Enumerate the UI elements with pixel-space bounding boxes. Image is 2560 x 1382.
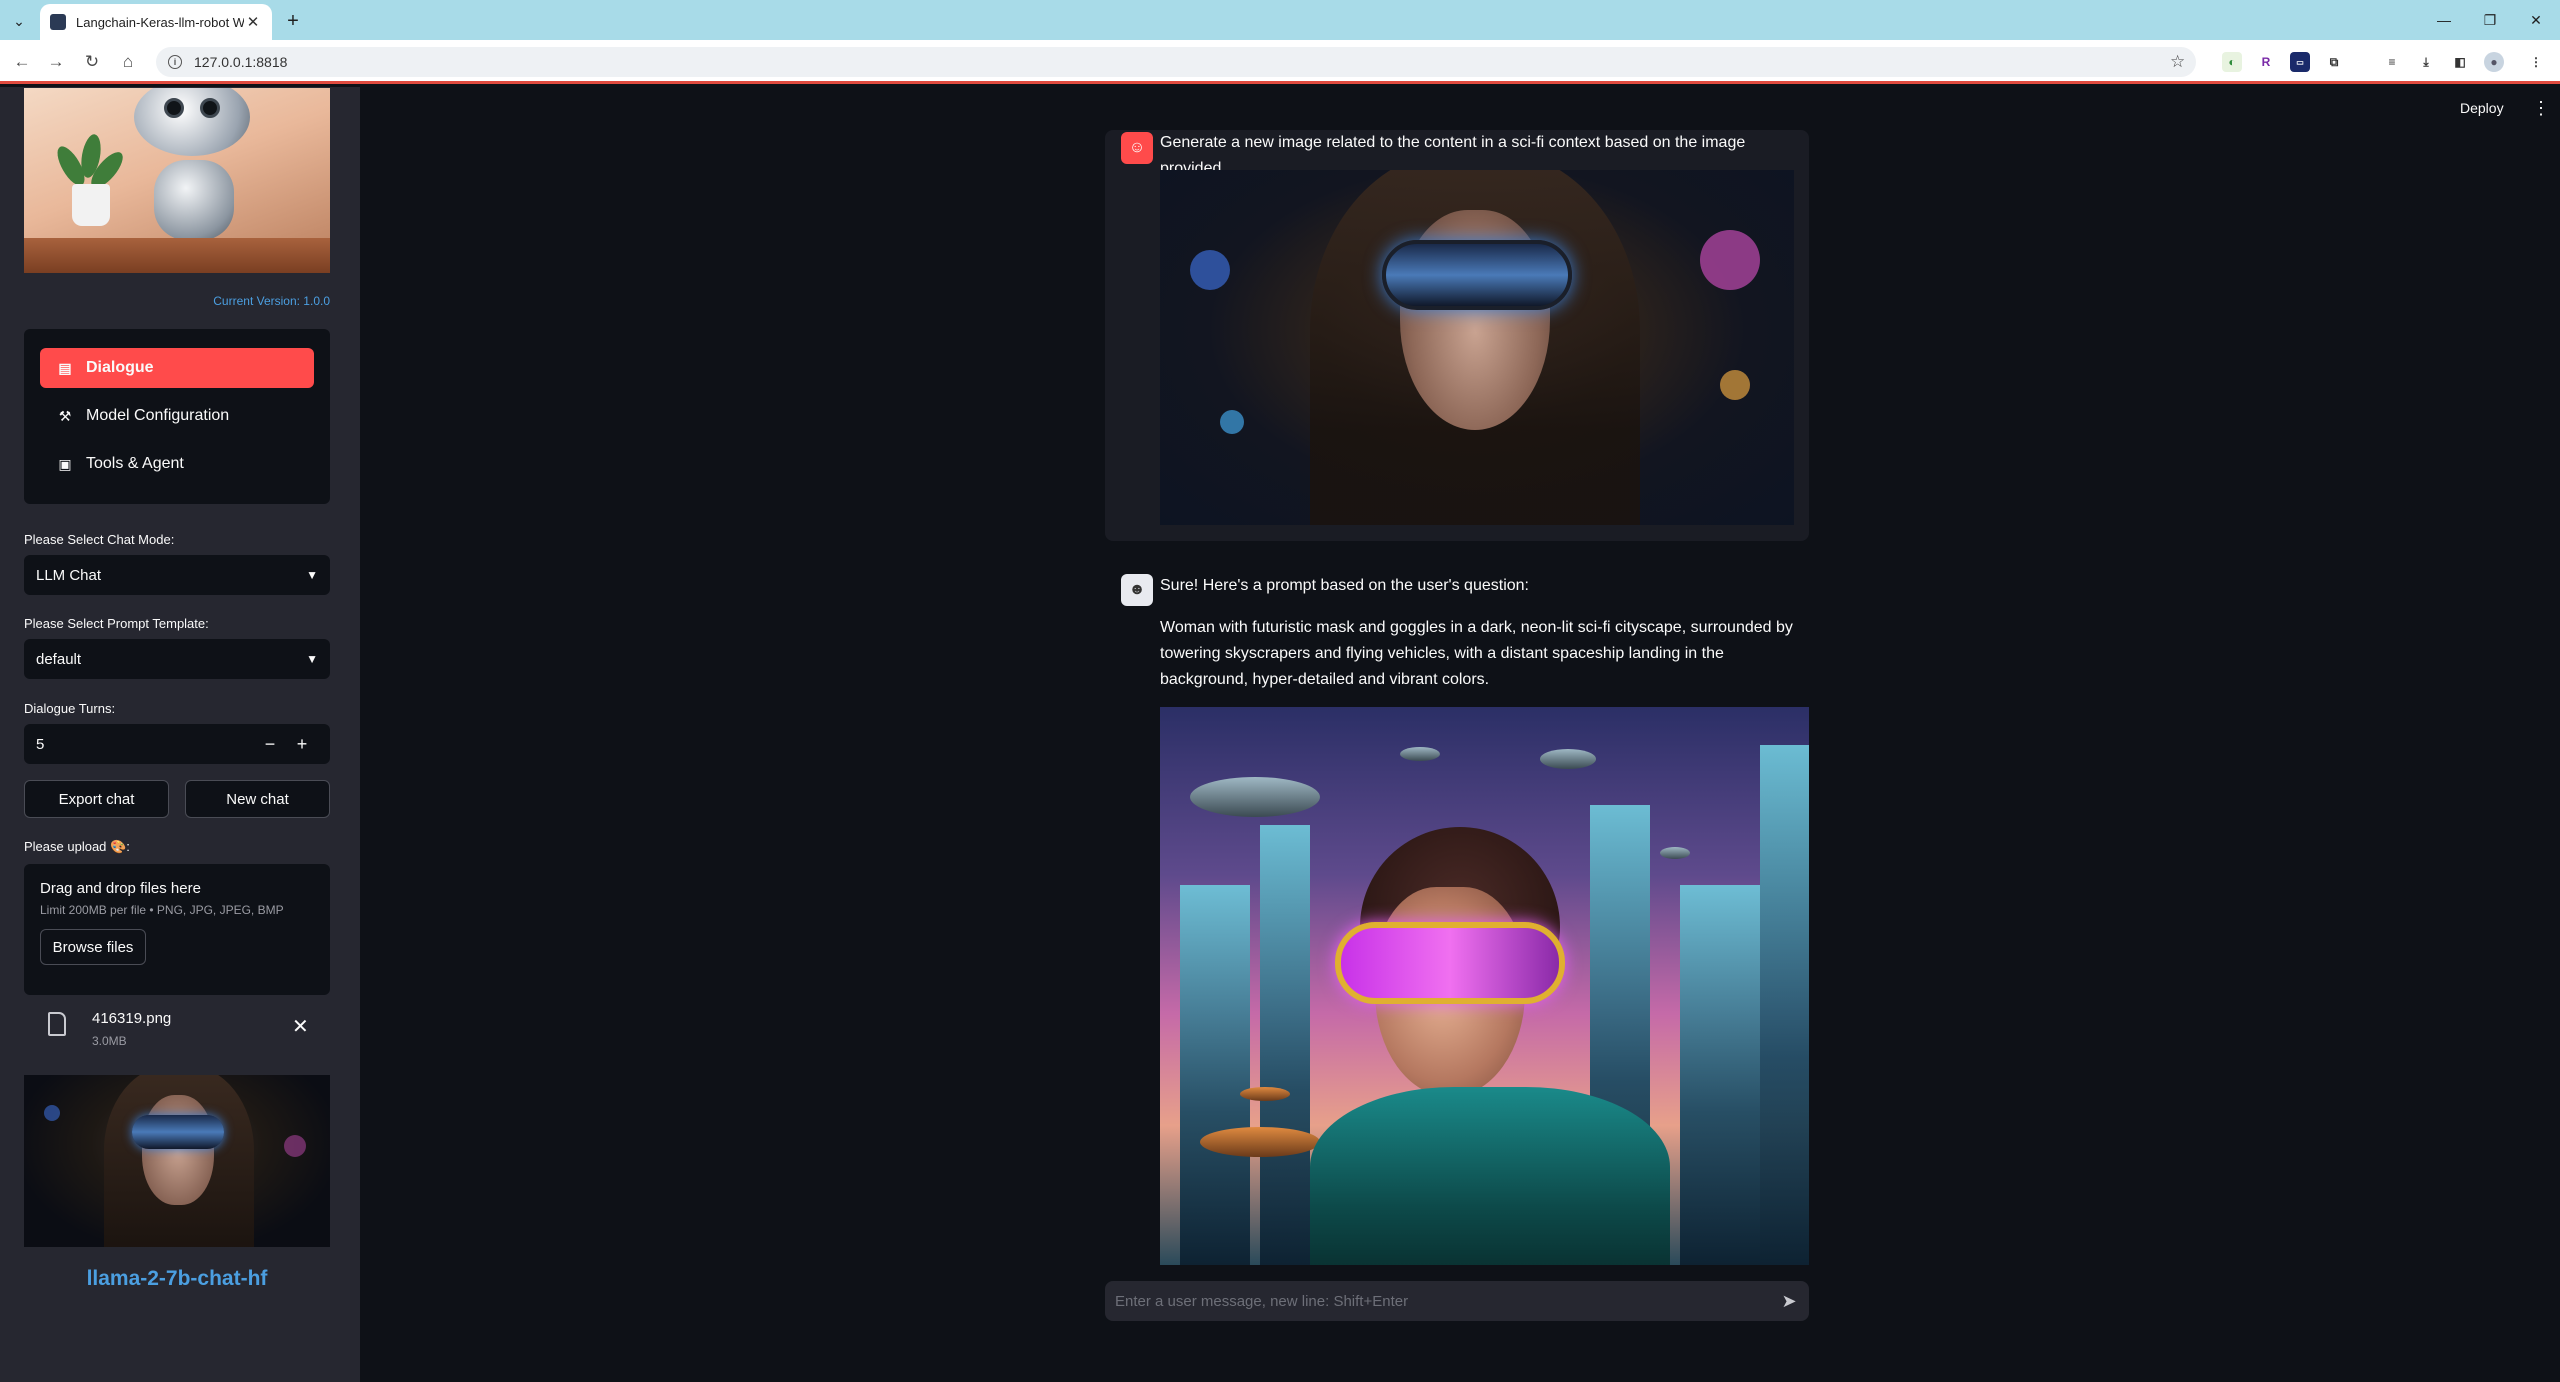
- assistant-intro-text: Sure! Here's a prompt based on the user'…: [1160, 577, 1529, 594]
- user-uploaded-image: [1160, 170, 1794, 525]
- file-icon: [48, 1012, 66, 1036]
- download-icon[interactable]: ⤓: [2416, 52, 2436, 72]
- extension-box-icon[interactable]: ▭: [2290, 52, 2310, 72]
- new-tab-icon[interactable]: +: [280, 8, 306, 34]
- bookmark-star-icon[interactable]: ☆: [2170, 52, 2185, 72]
- chevron-down-icon: ▼: [306, 652, 318, 666]
- menu-item-dialogue[interactable]: ▤ Dialogue: [40, 348, 314, 388]
- new-chat-button[interactable]: New chat: [185, 780, 330, 818]
- upload-label: Please upload 🎨:: [24, 839, 130, 854]
- generated-image: [1160, 707, 1809, 1265]
- prompt-template-value: default: [36, 650, 82, 668]
- file-size: 3.0MB: [92, 1034, 127, 1048]
- menu-item-label: Dialogue: [86, 359, 154, 376]
- address-bar: ← → ↻ ⌂ i 127.0.0.1:8818 ☆ ◐ R ▭ ⧉ ≡ ⤓ ◧…: [0, 40, 2560, 84]
- chevron-down-icon: ▼: [306, 568, 318, 582]
- url-text: 127.0.0.1:8818: [194, 54, 288, 70]
- url-field[interactable]: i 127.0.0.1:8818: [156, 47, 2196, 77]
- send-icon[interactable]: ➤: [1769, 1291, 1809, 1312]
- decrement-button[interactable]: −: [254, 734, 286, 755]
- export-chat-button[interactable]: Export chat: [24, 780, 169, 818]
- file-dropzone[interactable]: Drag and drop files here Limit 200MB per…: [24, 864, 330, 995]
- sidebar: Current Version: 1.0.0 ▤ Dialogue ⚒ Mode…: [0, 87, 360, 1382]
- minimize-icon[interactable]: —: [2424, 6, 2464, 34]
- dialogue-turns-stepper[interactable]: 5 − +: [24, 724, 330, 764]
- menu-item-label: Model Configuration: [86, 407, 230, 424]
- file-name: 416319.png: [92, 1010, 172, 1027]
- extension-shield-icon[interactable]: ◐: [2222, 52, 2242, 72]
- extensions-puzzle-icon[interactable]: ⧉: [2324, 52, 2344, 72]
- side-panel-icon[interactable]: ◧: [2450, 52, 2470, 72]
- goggles-shape: [1382, 240, 1572, 310]
- restore-icon[interactable]: ❐: [2470, 6, 2510, 34]
- profile-avatar-icon[interactable]: ●: [2484, 52, 2504, 72]
- dropzone-title: Drag and drop files here: [40, 880, 201, 897]
- remove-file-icon[interactable]: ✕: [292, 1014, 309, 1039]
- extension-r-icon[interactable]: R: [2256, 52, 2276, 72]
- tab-close-icon[interactable]: ✕: [244, 13, 262, 31]
- forward-icon[interactable]: →: [44, 50, 68, 74]
- dialogue-turns-label: Dialogue Turns:: [24, 701, 116, 716]
- chat-input-bar: ➤: [1105, 1281, 1809, 1321]
- dropzone-limit: Limit 200MB per file • PNG, JPG, JPEG, B…: [40, 903, 284, 917]
- menu-item-tools-agent[interactable]: ▣ Tools & Agent: [40, 444, 314, 484]
- archive-box-icon: ▣: [58, 455, 72, 472]
- chat-mode-label: Please Select Chat Mode:: [24, 532, 175, 547]
- prompt-template-label: Please Select Prompt Template:: [24, 616, 209, 631]
- uploaded-file-row: 416319.png 3.0MB ✕: [24, 1004, 330, 1050]
- deploy-button[interactable]: Deploy: [2460, 100, 2504, 116]
- tab-title: Langchain-Keras-llm-robot We: [76, 14, 244, 30]
- chat-message-input[interactable]: [1115, 1292, 1769, 1310]
- user-avatar-icon: ☺: [1121, 132, 1153, 164]
- uploaded-image-preview: [24, 1075, 330, 1247]
- back-icon[interactable]: ←: [10, 50, 34, 74]
- increment-button[interactable]: +: [286, 734, 318, 755]
- favicon-icon: [50, 14, 66, 30]
- magic-wand-icon: ⚒: [58, 407, 72, 424]
- home-icon[interactable]: ⌂: [116, 50, 140, 74]
- goggles-shape: [1335, 922, 1565, 1004]
- model-name: llama-2-7b-chat-hf: [86, 1267, 268, 1290]
- assistant-avatar-icon: ☻: [1121, 574, 1153, 606]
- close-window-icon[interactable]: ✕: [2516, 6, 2556, 34]
- robot-logo-image: [24, 88, 330, 273]
- browse-files-button[interactable]: Browse files: [40, 929, 146, 965]
- assistant-prompt-text: Woman with futuristic mask and goggles i…: [1160, 619, 1793, 688]
- main-menu-icon[interactable]: ⋮: [2532, 98, 2550, 119]
- nav-menu: ▤ Dialogue ⚒ Model Configuration ▣ Tools…: [24, 329, 330, 504]
- menu-item-model-configuration[interactable]: ⚒ Model Configuration: [40, 396, 314, 436]
- browser-tab[interactable]: Langchain-Keras-llm-robot We ✕: [40, 4, 272, 40]
- browser-menu-icon[interactable]: ⋮: [2526, 52, 2546, 72]
- prompt-template-select[interactable]: default ▼: [24, 639, 330, 679]
- chat-bubble-icon: ▤: [58, 359, 72, 376]
- dialogue-turns-value[interactable]: 5: [36, 736, 254, 753]
- version-text: Current Version: 1.0.0: [213, 294, 330, 308]
- site-info-icon[interactable]: i: [168, 55, 182, 69]
- browser-tab-bar: ⌄ Langchain-Keras-llm-robot We ✕ + — ❐ ✕: [0, 0, 2560, 40]
- menu-item-label: Tools & Agent: [86, 455, 184, 472]
- tab-search-chevron-icon[interactable]: ⌄: [6, 8, 32, 34]
- reading-list-icon[interactable]: ≡: [2382, 52, 2402, 72]
- chat-mode-value: LLM Chat: [36, 566, 102, 584]
- reload-icon[interactable]: ↻: [80, 50, 104, 74]
- chat-mode-select[interactable]: LLM Chat ▼: [24, 555, 330, 595]
